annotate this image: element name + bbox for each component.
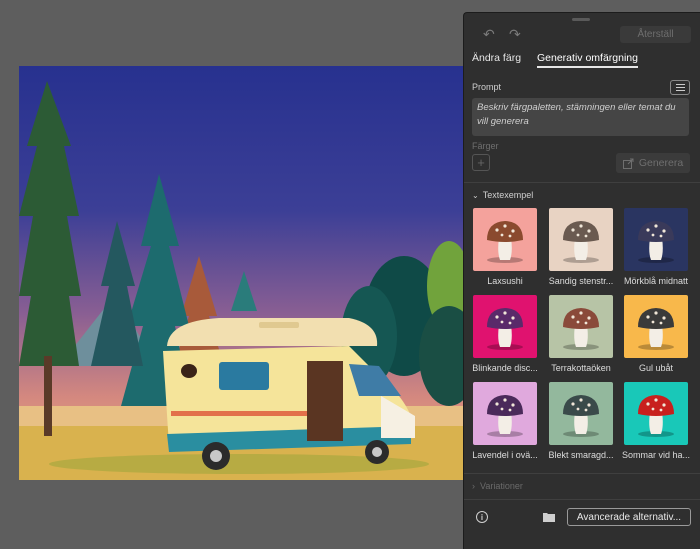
sample-thumbnail <box>549 382 613 445</box>
sample-label: Blekt smaragd... <box>548 450 614 460</box>
divider <box>464 473 700 474</box>
sample-label: Sandig stenstr... <box>548 276 614 286</box>
sample-label: Laxsushi <box>487 276 523 286</box>
sample-thumbnail <box>549 208 613 271</box>
chevron-right-icon: › <box>472 481 475 491</box>
folder-icon[interactable] <box>543 512 555 522</box>
sample-label: Blinkande disc... <box>472 363 538 373</box>
sample-tile[interactable]: Lavendel i ovä... <box>472 382 538 460</box>
sample-thumbnail <box>473 295 537 358</box>
redo-icon[interactable]: ↷ <box>509 27 521 41</box>
mushroom-icon <box>563 221 599 263</box>
plus-icon: + <box>477 155 485 170</box>
variations-label: Variationer <box>480 481 523 491</box>
info-icon[interactable]: i <box>476 511 488 523</box>
chevron-down-icon: ⌄ <box>472 190 479 200</box>
undo-icon[interactable]: ↶ <box>483 27 495 41</box>
sample-label: Sommar vid ha... <box>621 450 691 460</box>
mushroom-icon <box>638 308 674 350</box>
sample-label: Gul ubåt <box>638 363 674 373</box>
sample-label: Terrakottaöken <box>551 363 611 373</box>
variations-header[interactable]: › Variationer <box>472 481 523 491</box>
sample-tile[interactable]: Gul ubåt <box>624 295 688 373</box>
sample-label: Mörkblå midnatt <box>623 276 689 286</box>
mushroom-icon <box>487 395 523 437</box>
samples-header-label: Textexempel <box>482 190 534 200</box>
sample-tile[interactable]: Sandig stenstr... <box>549 208 613 286</box>
mushroom-icon <box>487 221 523 263</box>
reset-button[interactable]: Återställ <box>620 26 691 43</box>
prompt-input[interactable]: Beskriv färgpaletten, stämningen eller t… <box>472 98 689 136</box>
advanced-options-button[interactable]: Avancerade alternativ... <box>567 508 691 526</box>
sample-thumbnail <box>549 295 613 358</box>
mushroom-icon <box>638 395 674 437</box>
sample-label: Lavendel i ovä... <box>472 450 538 460</box>
sample-tile[interactable]: Blinkande disc... <box>472 295 538 373</box>
mushroom-icon <box>487 308 523 350</box>
mushroom-icon <box>563 395 599 437</box>
prompt-menu-icon[interactable] <box>670 80 690 95</box>
panel-grip[interactable] <box>572 18 590 21</box>
generate-button[interactable]: Generera <box>616 153 690 173</box>
colors-label: Färger <box>472 141 499 151</box>
tab-recolor[interactable]: Ändra färg <box>472 52 521 64</box>
generative-recolor-panel: ↶ ↷ Återställ Ändra färg Generativ omfär… <box>463 12 700 549</box>
add-color-button[interactable]: + <box>472 154 490 171</box>
sample-thumbnail <box>624 382 688 445</box>
divider <box>464 182 700 183</box>
prompt-label: Prompt <box>472 82 502 92</box>
sample-tile[interactable]: Sommar vid ha... <box>622 382 690 460</box>
sample-thumbnail <box>624 295 688 358</box>
mushroom-icon <box>638 221 674 263</box>
sample-thumbnail <box>473 382 537 445</box>
samples-header[interactable]: ⌄ Textexempel <box>472 190 533 200</box>
divider <box>464 499 700 500</box>
sample-tile[interactable]: Terrakottaöken <box>549 295 613 373</box>
sample-tile[interactable]: Blekt smaragd... <box>548 382 614 460</box>
sample-tile[interactable]: Laxsushi <box>473 208 537 286</box>
sample-tile[interactable]: Mörkblå midnatt <box>624 208 688 286</box>
sample-thumbnail <box>624 208 688 271</box>
sample-thumbnail <box>473 208 537 271</box>
generate-icon <box>622 158 634 169</box>
generate-label: Generera <box>638 157 684 169</box>
tab-generative-recolor[interactable]: Generativ omfärgning <box>537 52 638 68</box>
artwork-canvas[interactable] <box>19 66 465 480</box>
mushroom-icon <box>563 308 599 350</box>
